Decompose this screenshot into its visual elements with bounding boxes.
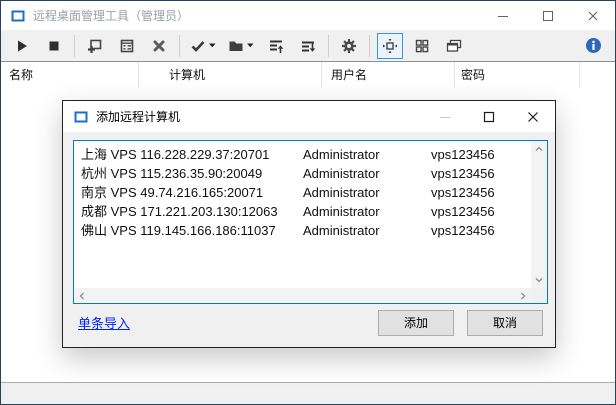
about-button[interactable]: [580, 33, 606, 59]
gear-icon: [341, 38, 357, 54]
computer-entries-textbox[interactable]: 上海 VPS 116.228.229.37:20701 Administrato…: [73, 140, 548, 304]
dialog-titlebar: 添加远程计算机: [63, 101, 555, 132]
fit-window-icon: [382, 38, 398, 54]
connect-check-button[interactable]: [187, 33, 219, 59]
status-bar: [1, 382, 615, 404]
toolbar: [1, 30, 615, 61]
dialog-title: 添加远程计算机: [96, 108, 423, 125]
entry-name: 上海 VPS: [81, 147, 137, 162]
horizontal-scrollbar[interactable]: [74, 288, 531, 303]
add-computer-dialog: 添加远程计算机 上海 VPS 116.228.229.37:20701 Admi…: [62, 100, 556, 348]
entry-name: 杭州 VPS: [81, 166, 137, 181]
entry-username: Administrator: [303, 221, 431, 240]
column-header-name[interactable]: 名称: [9, 62, 33, 88]
toolbar-separator: [179, 35, 180, 57]
column-header-computer[interactable]: 计算机: [169, 62, 205, 88]
tile-windows-button[interactable]: [409, 33, 435, 59]
move-down-icon: [300, 38, 316, 54]
move-down-button[interactable]: [295, 33, 321, 59]
computer-entry: 佛山 VPS 119.145.166.186:11037 Administrat…: [74, 221, 530, 240]
close-button[interactable]: [570, 1, 615, 30]
entry-password: vps123456: [431, 164, 495, 183]
delete-x-icon: [151, 38, 167, 54]
entry-username: Administrator: [303, 164, 431, 183]
cascade-windows-button[interactable]: [441, 33, 467, 59]
column-header-password[interactable]: 密码: [461, 62, 485, 88]
dialog-close-button[interactable]: [511, 101, 555, 132]
computer-entry: 杭州 VPS 115.236.35.90:20049 Administrator…: [74, 164, 530, 183]
maximize-button[interactable]: [525, 1, 570, 30]
cancel-button[interactable]: 取消: [467, 310, 543, 336]
column-separator: [454, 62, 455, 88]
entry-password: vps123456: [431, 202, 495, 221]
scroll-up-icon: [534, 144, 544, 154]
vertical-scrollbar[interactable]: [531, 141, 547, 288]
entry-username: Administrator: [303, 145, 431, 164]
folder-icon: [228, 38, 244, 54]
dialog-window-icon: [73, 109, 89, 125]
play-icon: [14, 38, 30, 54]
tile-grid-icon: [414, 38, 430, 54]
check-icon: [190, 38, 206, 54]
column-separator: [321, 62, 322, 88]
entry-address: 116.228.229.37:20701: [140, 147, 269, 162]
add-window-icon: [87, 38, 103, 54]
entry-name: 佛山 VPS: [81, 223, 137, 238]
dialog-maximize-button[interactable]: [467, 101, 511, 132]
entry-username: Administrator: [303, 202, 431, 221]
toolbar-separator: [74, 35, 75, 57]
computer-entry: 上海 VPS 116.228.229.37:20701 Administrato…: [74, 145, 530, 164]
titlebar: 远程桌面管理工具（管理员）: [1, 1, 615, 30]
move-up-button[interactable]: [263, 33, 289, 59]
info-icon: [585, 37, 602, 54]
cascade-windows-icon: [446, 38, 463, 54]
scroll-down-icon: [534, 275, 544, 285]
delete-computer-button[interactable]: [146, 33, 172, 59]
dialog-minimize-button: [423, 101, 467, 132]
dropdown-caret-icon: [247, 43, 254, 48]
entry-name: 成都 VPS: [81, 204, 137, 219]
single-import-link[interactable]: 单条导入: [78, 313, 130, 332]
toolbar-separator: [328, 35, 329, 57]
add-computer-button[interactable]: [82, 33, 108, 59]
move-up-icon: [268, 38, 284, 54]
fit-window-button[interactable]: [377, 33, 403, 59]
entry-address: 119.145.166.186:11037: [140, 223, 275, 238]
scrollbar-corner: [531, 288, 547, 303]
entry-address: 115.236.35.90:20049: [140, 166, 262, 181]
entry-address: 49.74.216.165:20071: [140, 185, 263, 200]
entry-password: vps123456: [431, 221, 495, 240]
stop-icon: [46, 38, 62, 54]
window-title: 远程桌面管理工具（管理员）: [33, 7, 480, 24]
scroll-left-icon: [77, 291, 87, 301]
computer-entry: 南京 VPS 49.74.216.165:20071 Administrator…: [74, 183, 530, 202]
add-button[interactable]: 添加: [378, 310, 454, 336]
entry-address: 171.221.203.130:12063: [140, 204, 277, 219]
list-header: 名称 计算机 用户名 密码: [1, 62, 615, 88]
toolbar-separator: [369, 35, 370, 57]
entry-username: Administrator: [303, 183, 431, 202]
computer-entry: 成都 VPS 171.221.203.130:12063 Administrat…: [74, 202, 530, 221]
stop-button[interactable]: [41, 33, 67, 59]
scroll-right-icon: [518, 291, 528, 301]
column-separator: [138, 62, 139, 88]
settings-button[interactable]: [336, 33, 362, 59]
column-separator: [579, 62, 580, 88]
entries-text: 上海 VPS 116.228.229.37:20701 Administrato…: [74, 145, 530, 240]
dropdown-caret-icon: [209, 43, 216, 48]
run-button[interactable]: [9, 33, 35, 59]
column-header-username[interactable]: 用户名: [331, 62, 367, 88]
minimize-button[interactable]: [480, 1, 525, 30]
open-group-button[interactable]: [225, 33, 257, 59]
edit-window-icon: [119, 38, 135, 54]
entry-password: vps123456: [431, 145, 495, 164]
entry-name: 南京 VPS: [81, 185, 137, 200]
entry-password: vps123456: [431, 183, 495, 202]
app-window-icon: [10, 8, 26, 24]
edit-computer-button[interactable]: [114, 33, 140, 59]
